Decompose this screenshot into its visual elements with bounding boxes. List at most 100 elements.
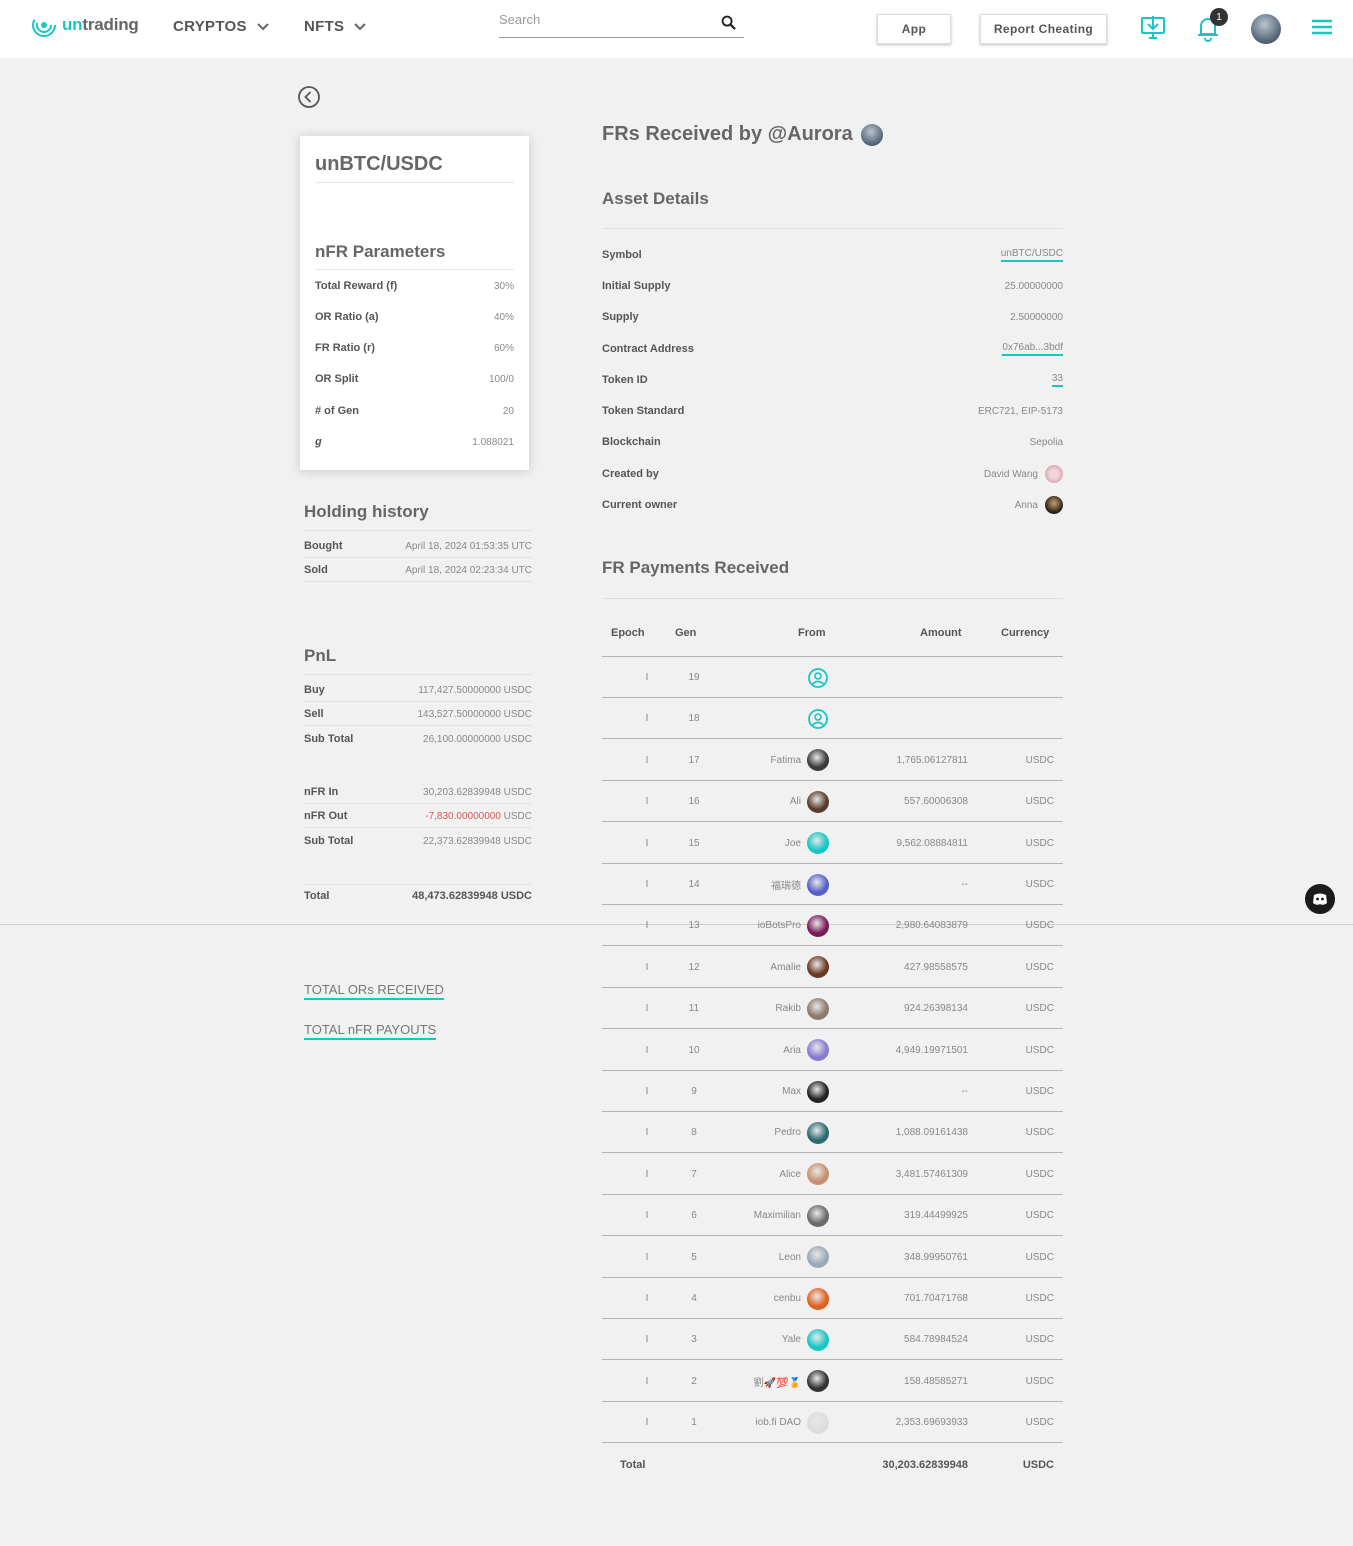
amount-cell: 924.26398134 bbox=[904, 1003, 968, 1015]
from-cell[interactable]: Amalie bbox=[712, 947, 829, 988]
nav-cryptos[interactable]: CRYPTOS bbox=[173, 18, 269, 35]
currency-cell: USDC bbox=[1025, 1086, 1054, 1097]
from-cell[interactable]: Alice bbox=[712, 1154, 829, 1195]
col-amount: Amount bbox=[920, 627, 962, 639]
asset-row-blockchain: Blockchain Sepolia bbox=[602, 432, 1063, 452]
from-cell[interactable]: Yale bbox=[712, 1319, 829, 1360]
table-row: I 19 bbox=[602, 657, 1063, 698]
epoch-cell: I bbox=[645, 1375, 649, 1387]
pnl-label: Sub Total bbox=[304, 835, 354, 847]
amount-cell: 3,481.57461309 bbox=[895, 1168, 968, 1180]
from-cell[interactable]: cenbu bbox=[712, 1278, 829, 1319]
total-ors-received-link[interactable]: TOTAL ORs RECEIVED bbox=[304, 982, 444, 1000]
gen-cell: 3 bbox=[691, 1334, 697, 1346]
param-label: Total Reward (f) bbox=[315, 280, 398, 292]
from-cell[interactable]: 劉🚀💯🏅 bbox=[712, 1361, 829, 1402]
back-arrow-icon[interactable] bbox=[297, 85, 321, 109]
total-amount: 30,203.62839948 bbox=[882, 1459, 968, 1471]
unit: USDC bbox=[500, 810, 532, 822]
from-cell[interactable]: Leon bbox=[712, 1237, 829, 1278]
search-input[interactable]: Search bbox=[499, 10, 744, 38]
nav-nfts[interactable]: NFTS bbox=[304, 18, 367, 35]
contract-address-link[interactable]: 0x76ab...3bdf bbox=[1002, 342, 1063, 356]
table-row: I 6 Maximilian 319.44499925 USDC bbox=[602, 1195, 1063, 1237]
app-button[interactable]: App bbox=[877, 14, 951, 44]
from-cell[interactable]: Pedro bbox=[712, 1112, 829, 1153]
from-name: Fatima bbox=[770, 754, 801, 766]
from-cell[interactable]: ioBotsPro bbox=[712, 905, 829, 946]
param-value: 20 bbox=[502, 405, 514, 417]
pnl-value: 26,100.00000000 USDC bbox=[423, 733, 532, 745]
currency-cell bbox=[1002, 657, 1054, 698]
holding-row: Sold April 18, 2024 02:23:34 UTC bbox=[304, 559, 532, 581]
download-icon[interactable] bbox=[1139, 14, 1167, 42]
from-cell[interactable] bbox=[712, 657, 829, 698]
param-value: 30% bbox=[493, 280, 514, 292]
gen-cell: 12 bbox=[688, 961, 700, 973]
creator[interactable]: David Wang bbox=[984, 465, 1063, 483]
table-row: I 4 cenbu 701.70471768 USDC bbox=[602, 1278, 1063, 1319]
asset-row-symbol: Symbol unBTC/USDC bbox=[602, 245, 1063, 265]
from-cell[interactable]: Ali bbox=[712, 781, 829, 822]
owner[interactable]: Anna bbox=[1015, 496, 1063, 514]
from-cell[interactable]: Joe bbox=[712, 823, 829, 864]
from-cell[interactable]: Max bbox=[712, 1071, 829, 1112]
pnl-row-total: Total 48,473.62839948 USDC bbox=[304, 885, 532, 907]
from-cell[interactable] bbox=[712, 698, 829, 739]
symbol-link[interactable]: unBTC/USDC bbox=[1000, 248, 1063, 262]
epoch-cell: I bbox=[645, 1168, 649, 1180]
table-row: I 13 ioBotsPro 2,980.64083879 USDC bbox=[602, 905, 1063, 947]
avatar bbox=[807, 832, 829, 855]
avatar bbox=[807, 1121, 829, 1144]
from-cell[interactable]: Rakib bbox=[712, 988, 829, 1029]
epoch-cell: I bbox=[645, 672, 649, 683]
gen-cell: 10 bbox=[688, 1044, 700, 1056]
gen-cell: 18 bbox=[688, 713, 700, 725]
nav-cryptos-label: CRYPTOS bbox=[173, 18, 247, 35]
currency-cell: USDC bbox=[1025, 1417, 1054, 1429]
amount-cell: 4,949.19971501 bbox=[895, 1044, 968, 1056]
avatar bbox=[807, 873, 829, 896]
param-row: FR Ratio (r) 60% bbox=[315, 340, 514, 356]
gen-cell: 7 bbox=[691, 1168, 697, 1180]
report-cheating-button[interactable]: Report Cheating bbox=[980, 14, 1107, 44]
logo[interactable]: untrading bbox=[32, 13, 139, 37]
avatar[interactable] bbox=[1251, 14, 1281, 44]
search-icon[interactable] bbox=[721, 15, 736, 30]
from-cell[interactable]: Aria bbox=[712, 1030, 829, 1071]
epoch-cell: I bbox=[645, 1210, 649, 1222]
table-row: I 3 Yale 584.78984524 USDC bbox=[602, 1319, 1063, 1361]
epoch-cell: I bbox=[645, 961, 649, 973]
divider bbox=[304, 725, 532, 726]
from-cell[interactable]: 福瑞德 bbox=[712, 864, 829, 905]
nav-nfts-label: NFTS bbox=[304, 18, 345, 35]
avatar bbox=[807, 1411, 829, 1434]
pnl-title: PnL bbox=[304, 646, 337, 665]
divider bbox=[315, 269, 514, 270]
table-row: I 17 Fatima 1,765.06127811 USDC bbox=[602, 740, 1063, 781]
table-row: I 8 Pedro 1,088.09161438 USDC bbox=[602, 1112, 1063, 1154]
holding-value: April 18, 2024 01:53:35 UTC bbox=[405, 540, 532, 552]
amount-cell: 1,765.06127811 bbox=[896, 754, 968, 766]
epoch-cell: I bbox=[645, 713, 649, 725]
param-label: OR Split bbox=[315, 373, 359, 385]
from-cell[interactable]: Maximilian bbox=[712, 1195, 829, 1236]
from-cell[interactable]: iob.fi DAO bbox=[712, 1402, 829, 1443]
gen-cell: 2 bbox=[691, 1375, 697, 1387]
pnl-row-subtotal: Sub Total 26,100.00000000 USDC bbox=[304, 728, 532, 750]
token-id-link[interactable]: 33 bbox=[1051, 373, 1063, 387]
pnl-row-buy: Buy 117,427.50000000 USDC bbox=[304, 679, 532, 701]
table-row: I 15 Joe 9,562.08884811 USDC bbox=[602, 823, 1063, 864]
total-nfr-payouts-link[interactable]: TOTAL nFR PAYOUTS bbox=[304, 1022, 437, 1040]
pnl-value: 48,473.62839948 USDC bbox=[412, 890, 532, 902]
currency-cell: USDC bbox=[1025, 1168, 1054, 1180]
table-row: I 1 iob.fi DAO 2,353.69693933 USDC bbox=[602, 1402, 1063, 1444]
param-label: FR Ratio (r) bbox=[315, 342, 375, 354]
menu-icon[interactable] bbox=[1311, 18, 1333, 36]
amount-cell: 701.70471768 bbox=[904, 1293, 968, 1304]
from-name: Aria bbox=[783, 1044, 801, 1056]
from-cell[interactable]: Fatima bbox=[712, 740, 829, 781]
holding-label: Bought bbox=[304, 540, 343, 552]
asset-value: unBTC/USDC bbox=[1000, 248, 1063, 262]
discord-button[interactable] bbox=[1305, 884, 1335, 914]
